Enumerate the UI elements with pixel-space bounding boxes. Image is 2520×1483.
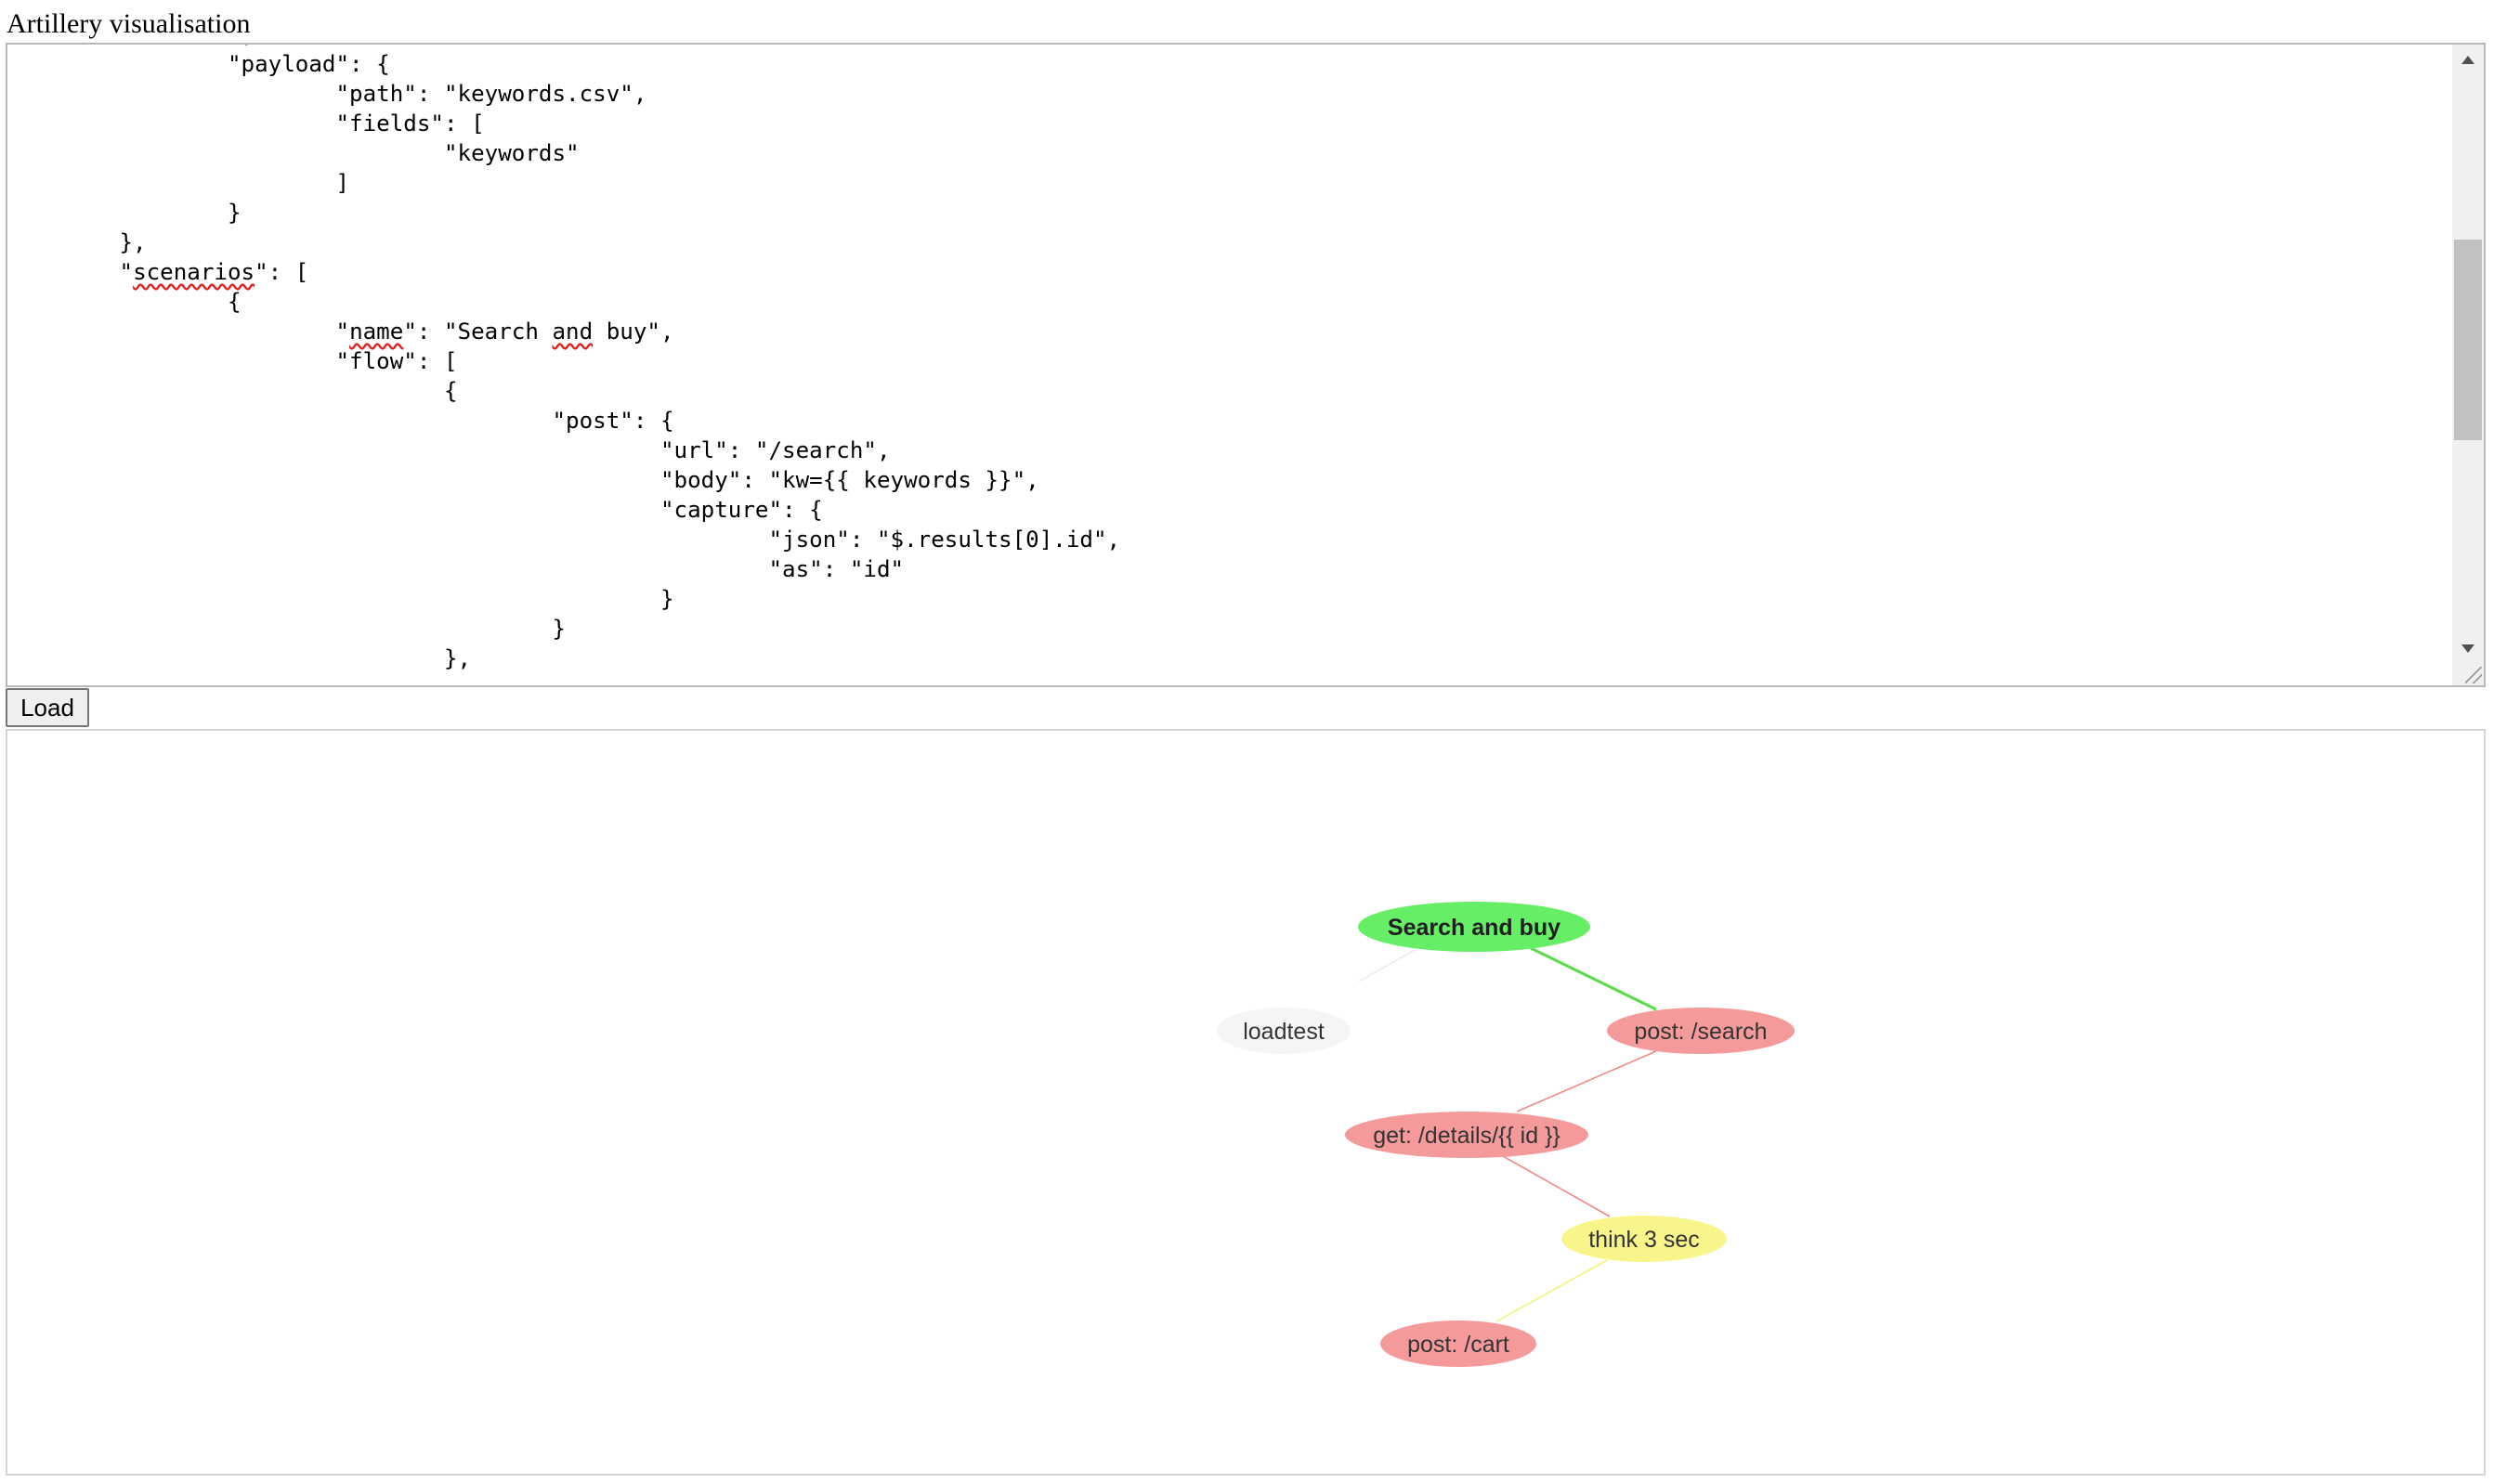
code-line: }	[11, 586, 674, 612]
code-line: {	[11, 378, 458, 404]
code-token: }	[11, 586, 674, 612]
graph-node-label: post: /cart	[1407, 1332, 1509, 1358]
code-token: ": "Search	[403, 319, 553, 345]
graph-node-label: loadtest	[1243, 1019, 1325, 1045]
code-token: }	[11, 200, 242, 226]
load-button[interactable]: Load	[6, 688, 89, 727]
code-token: "capture": {	[11, 497, 823, 523]
graph-node-post-cart[interactable]: post: /cart	[1380, 1320, 1536, 1367]
code-line: "capture": {	[11, 497, 823, 523]
resize-grip-icon[interactable]	[2465, 667, 2482, 683]
page-title: Artillery visualisation	[7, 8, 251, 39]
code-token: ": [	[255, 259, 309, 285]
graph-node-scenario[interactable]: Search and buy	[1358, 902, 1590, 952]
code-line: "path": "keywords.csv",	[11, 81, 647, 107]
code-token: ],	[11, 45, 255, 47]
json-config-text[interactable]: ], "payload": { "path": "keywords.csv", …	[11, 45, 1121, 673]
code-line: }	[11, 200, 242, 226]
graph-node-label: get: /details/{{ id }}	[1373, 1123, 1560, 1149]
code-line: "flow": [	[11, 348, 458, 374]
code-line: "body": "kw={{ keywords }}",	[11, 467, 1039, 493]
code-line: "payload": {	[11, 51, 390, 77]
code-token: },	[11, 645, 472, 671]
spellcheck-flagged-word: and	[552, 319, 594, 345]
graph-node-loadtest[interactable]: loadtest	[1217, 1008, 1351, 1054]
code-token: {	[11, 289, 242, 315]
code-line: "json": "$.results[0].id",	[11, 527, 1120, 553]
graph-node-label: post: /search	[1634, 1019, 1767, 1045]
editor-vertical-scrollbar[interactable]	[2452, 45, 2484, 685]
graph-node-post-search[interactable]: post: /search	[1607, 1008, 1795, 1054]
code-token: "	[11, 319, 350, 345]
code-token: },	[11, 229, 147, 255]
code-line: },	[11, 645, 471, 671]
code-token: "as": "id"	[11, 556, 905, 582]
json-config-editor[interactable]: ], "payload": { "path": "keywords.csv", …	[6, 43, 2486, 687]
code-token: "post": {	[11, 408, 674, 434]
graph-edge-scenario-to-loadtest	[1358, 949, 1416, 982]
code-line: "scenarios": [	[11, 259, 309, 285]
graph-node-think[interactable]: think 3 sec	[1561, 1216, 1727, 1262]
graph-node-get-details[interactable]: get: /details/{{ id }}	[1345, 1112, 1588, 1158]
code-line: "url": "/search",	[11, 437, 891, 463]
scroll-down-arrow-icon[interactable]	[2452, 633, 2484, 665]
code-line: ],	[11, 45, 255, 47]
graph-canvas[interactable]: Search and buy loadtest post: /search get: …	[6, 729, 2486, 1476]
code-token: "json": "$.results[0].id",	[11, 527, 1121, 553]
code-token: "url": "/search",	[11, 437, 891, 463]
code-token: ]	[11, 170, 350, 196]
code-token: "payload": {	[11, 51, 390, 77]
code-token: "body": "kw={{ keywords }}",	[11, 467, 1039, 493]
code-line: }	[11, 616, 566, 642]
code-token: "path": "keywords.csv",	[11, 81, 647, 107]
code-line: "as": "id"	[11, 556, 904, 582]
code-line: },	[11, 229, 147, 255]
code-token: "	[11, 259, 134, 285]
spellcheck-flagged-word: scenarios	[133, 259, 255, 285]
code-token: "flow": [	[11, 348, 458, 374]
scenario-graph: Search and buy loadtest post: /search get: …	[1217, 902, 1795, 1367]
code-token: {	[11, 378, 458, 404]
code-line: "post": {	[11, 408, 674, 434]
code-line: "name": "Search and buy",	[11, 319, 674, 345]
code-line: {	[11, 289, 242, 315]
scroll-up-arrow-icon[interactable]	[2452, 45, 2484, 76]
graph-edge-think-to-post-cart	[1495, 1259, 1608, 1322]
graph-edge-get-details-to-think	[1502, 1155, 1611, 1217]
graph-node-label: Search and buy	[1388, 915, 1560, 941]
code-token: "fields": [	[11, 111, 485, 137]
scrollbar-thumb[interactable]	[2454, 240, 2482, 440]
code-token: "keywords"	[11, 140, 580, 166]
spellcheck-flagged-word: name	[349, 319, 404, 345]
code-token: }	[11, 616, 567, 642]
code-line: "keywords"	[11, 140, 580, 166]
code-line: ]	[11, 170, 350, 196]
code-line: "fields": [	[11, 111, 485, 137]
code-token: buy",	[593, 319, 674, 345]
graph-node-label: think 3 sec	[1588, 1227, 1700, 1253]
graph-edge-scenario-to-post-search	[1530, 946, 1657, 1011]
graph-edge-post-search-to-get-details	[1516, 1050, 1657, 1112]
